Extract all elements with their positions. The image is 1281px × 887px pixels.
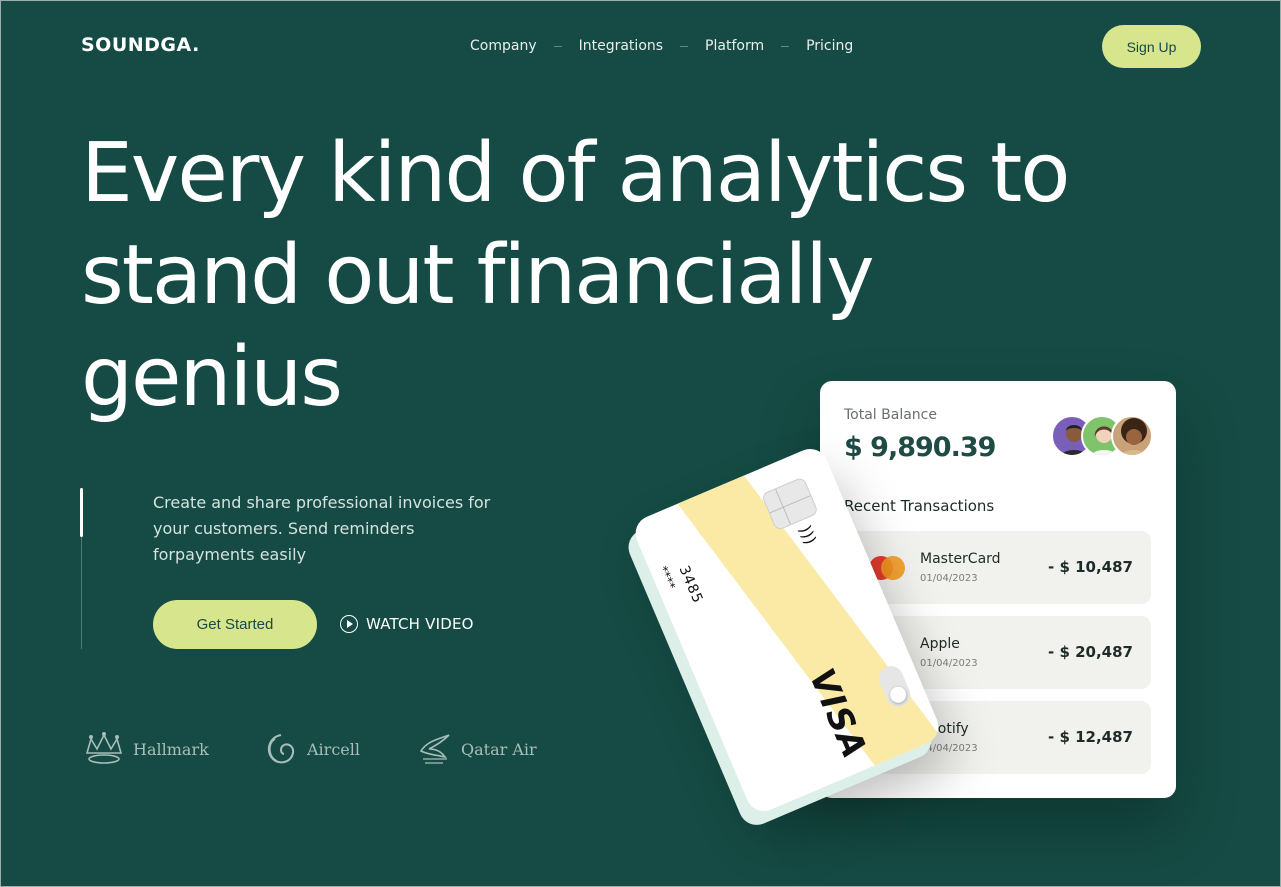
nav-divider bbox=[553, 45, 562, 47]
person-icon bbox=[1120, 418, 1148, 455]
hero-description: Create and share professional invoices f… bbox=[153, 493, 491, 564]
play-icon bbox=[340, 615, 358, 633]
brand-hallmark: Hallmark bbox=[83, 731, 209, 767]
get-started-button[interactable]: Get Started bbox=[153, 600, 317, 649]
transaction-amount: - $ 10,487 bbox=[1048, 558, 1133, 576]
transaction-name: Apple bbox=[920, 636, 960, 652]
recent-transactions-label: Recent Transactions bbox=[844, 497, 995, 515]
swirl-icon bbox=[267, 734, 295, 764]
brand-name: Aircell bbox=[307, 739, 360, 759]
avatar-group[interactable] bbox=[1051, 415, 1153, 457]
total-balance-amount: $ 9,890.39 bbox=[844, 432, 996, 463]
watch-video-button[interactable]: WATCH VIDEO bbox=[340, 615, 474, 633]
transaction-name: MasterCard bbox=[920, 551, 1001, 567]
nav-divider bbox=[680, 45, 689, 47]
transaction-item[interactable]: MasterCard 01/04/2023 - $ 10,487 bbox=[844, 531, 1151, 604]
brand-logo[interactable]: SOUNDGA. bbox=[81, 34, 200, 56]
main-nav: Company Integrations Platform Pricing bbox=[470, 38, 853, 54]
transaction-amount: - $ 20,487 bbox=[1048, 643, 1133, 661]
nav-pricing[interactable]: Pricing bbox=[806, 38, 853, 54]
landing-page: SOUNDGA. Company Integrations Platform P… bbox=[0, 0, 1281, 887]
contactless-icon: ))) bbox=[795, 522, 821, 548]
crown-icon bbox=[85, 732, 123, 764]
oryx-icon bbox=[419, 734, 450, 764]
transaction-date: 04/04/2023 bbox=[920, 743, 978, 754]
nav-company[interactable]: Company bbox=[470, 38, 537, 54]
avatar[interactable] bbox=[1111, 415, 1153, 457]
card-masked-digits: **** bbox=[655, 563, 679, 592]
nav-integrations[interactable]: Integrations bbox=[579, 38, 663, 54]
brand-aircell: Aircell bbox=[263, 731, 360, 767]
progress-indicator bbox=[80, 488, 83, 537]
brand-name: Hallmark bbox=[133, 739, 209, 759]
transaction-date: 01/04/2023 bbox=[920, 658, 978, 669]
transaction-amount: - $ 12,487 bbox=[1048, 728, 1133, 746]
transaction-date: 01/04/2023 bbox=[920, 573, 978, 584]
total-balance-label: Total Balance bbox=[844, 407, 937, 423]
brand-name: Qatar Air bbox=[461, 739, 537, 759]
sign-up-button[interactable]: Sign Up bbox=[1102, 25, 1201, 68]
nav-platform[interactable]: Platform bbox=[705, 38, 764, 54]
watch-video-label: WATCH VIDEO bbox=[366, 615, 474, 633]
card-last-four: 3485 bbox=[675, 563, 706, 607]
nav-divider bbox=[781, 45, 790, 47]
brand-qatar-air: Qatar Air bbox=[417, 731, 537, 767]
